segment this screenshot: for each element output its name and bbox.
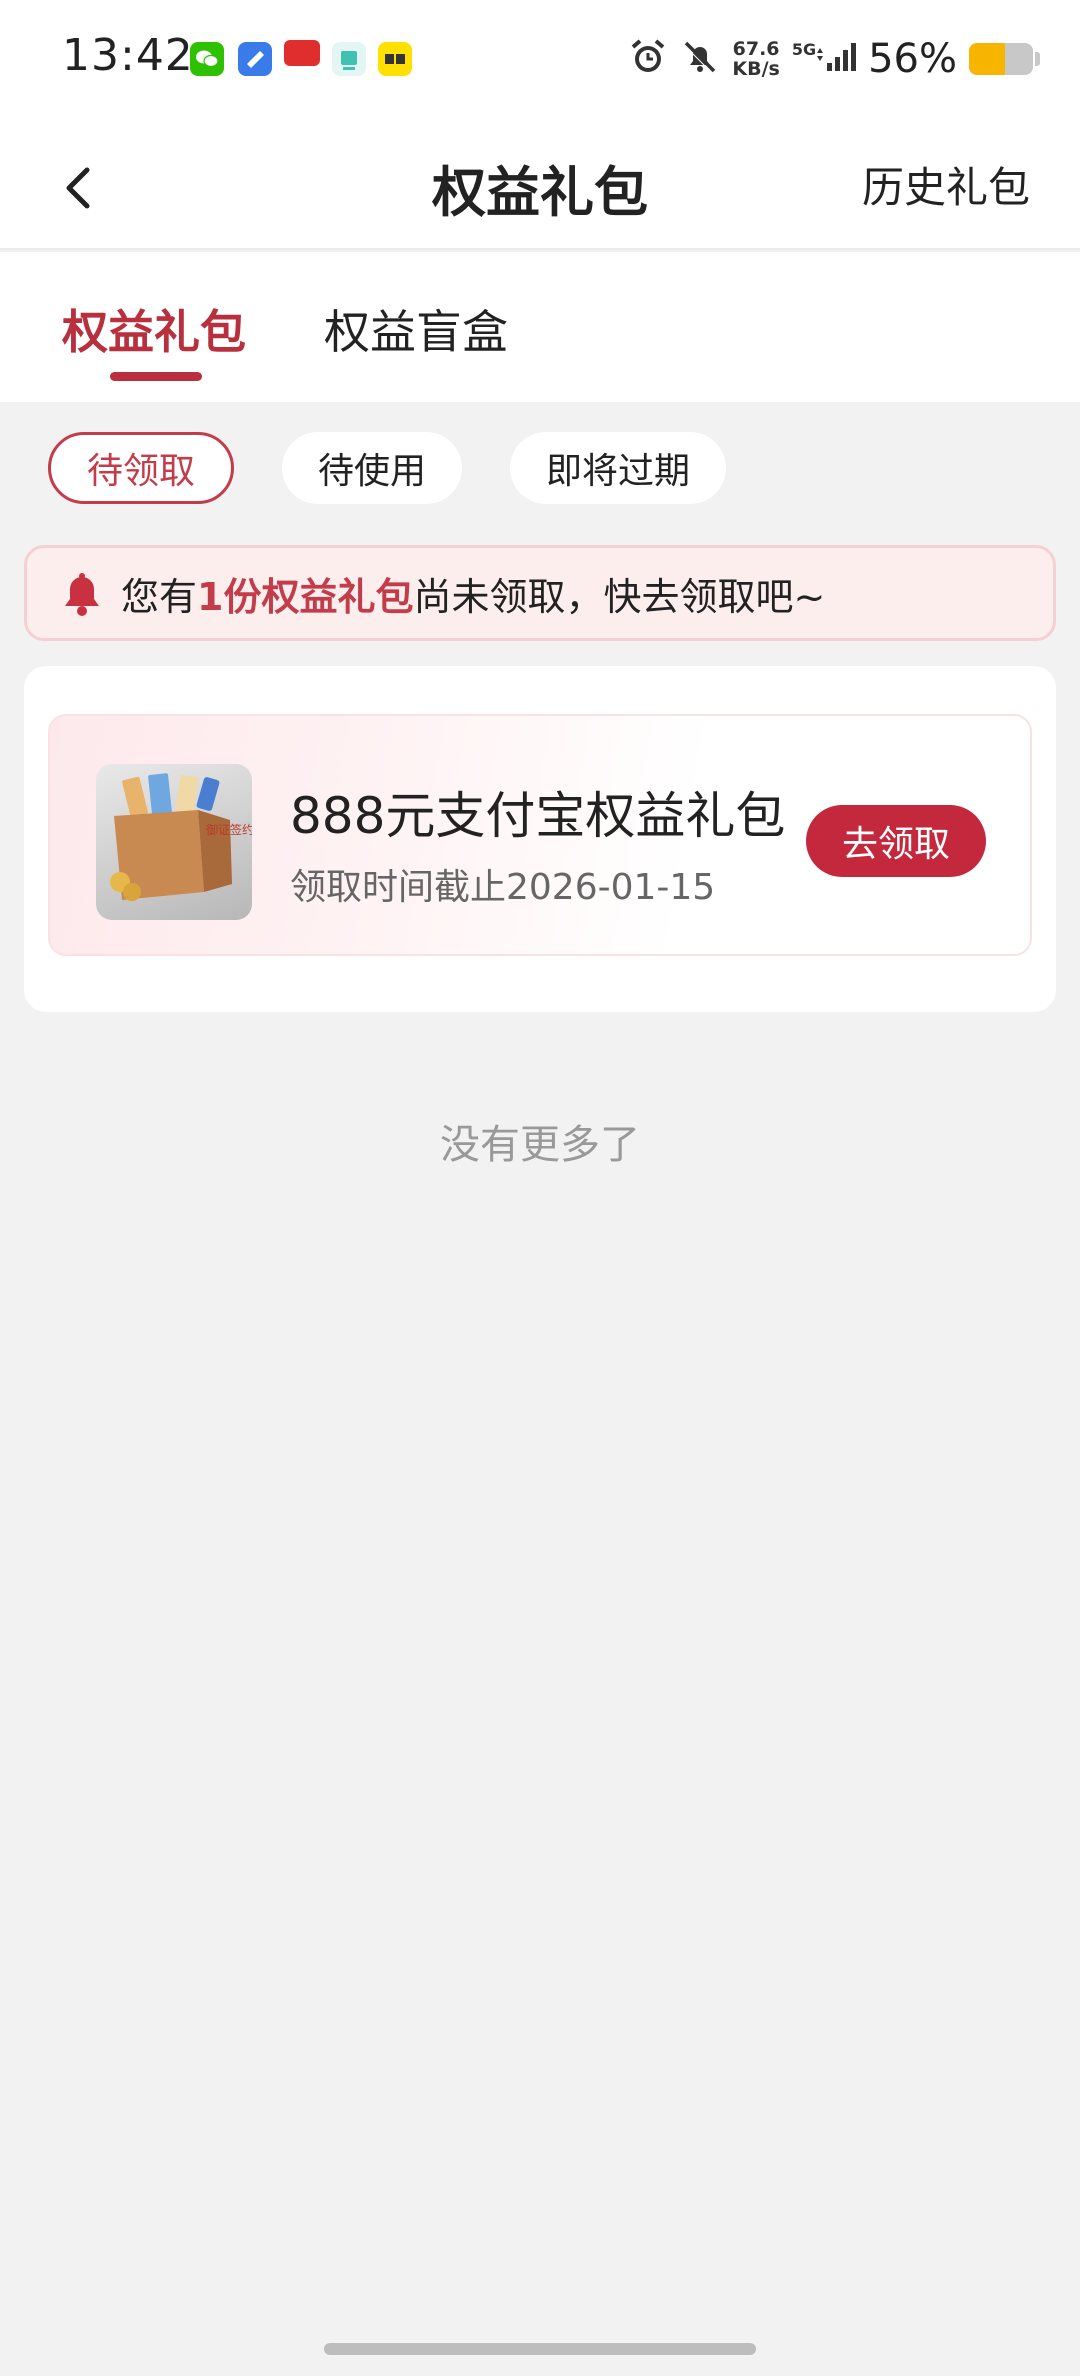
signal-icon	[814, 39, 857, 79]
status-right-group: 67.6 KB/s 5G 56%	[628, 34, 1040, 84]
tab-gift-packs[interactable]: 权益礼包	[62, 296, 246, 362]
gift-card: 御证签约 888元支付宝权益礼包 领取时间截止2026-01-15 去领取	[24, 666, 1056, 1012]
tab-blind-boxes[interactable]: 权益盲盒	[324, 296, 508, 362]
gift-deadline: 领取时间截止2026-01-15	[290, 867, 716, 908]
battery-percent: 56%	[868, 36, 957, 82]
filter-expiring-soon[interactable]: 即将过期	[510, 432, 726, 504]
red-app-icon	[284, 40, 320, 66]
alarm-icon	[628, 37, 668, 81]
gift-box-image: 御证签约	[96, 764, 252, 920]
history-gifts-link[interactable]: 历史礼包	[862, 154, 1030, 215]
gift-item[interactable]: 御证签约 888元支付宝权益礼包 领取时间截止2026-01-15 去领取	[48, 714, 1032, 956]
filter-chips: 待领取 待使用 即将过期	[0, 432, 1080, 504]
battery-fill	[969, 43, 1005, 75]
home-indicator[interactable]	[324, 2343, 756, 2355]
mute-bell-icon	[680, 37, 720, 81]
gift-name: 888元支付宝权益礼包	[290, 787, 786, 845]
status-bar: 13:42 67.6 KB/s 5G 56%	[0, 0, 1080, 118]
network-speed-value: 67.6	[732, 38, 780, 60]
active-tab-indicator	[110, 372, 202, 381]
notice-highlight: 1份权益礼包	[197, 574, 414, 619]
unclaimed-notice: 您有 1份权益礼包 尚未领取，快去领取吧~	[24, 545, 1056, 641]
blue-app-icon	[238, 42, 272, 76]
status-time: 13:42	[62, 30, 194, 81]
yellow-app-icon	[378, 42, 412, 76]
gift-image-text: 御证签约	[206, 822, 252, 837]
claim-button[interactable]: 去领取	[806, 805, 986, 877]
network-speed: 67.6 KB/s	[732, 39, 779, 79]
teal-app-icon	[332, 42, 366, 76]
network-type: 5G	[791, 39, 817, 59]
notice-suffix: 尚未领取，快去领取吧~	[413, 574, 826, 619]
notice-prefix: 您有	[121, 574, 198, 619]
bell-icon	[65, 573, 99, 616]
nav-header: 权益礼包 历史礼包	[0, 118, 1080, 250]
filter-pending-use[interactable]: 待使用	[282, 432, 462, 504]
battery-icon	[969, 43, 1033, 75]
tab-bar: 权益礼包 权益盲盒	[0, 252, 1080, 402]
no-more-text: 没有更多了	[440, 1122, 640, 1168]
network-speed-unit: KB/s	[732, 58, 780, 80]
wechat-icon	[190, 42, 224, 76]
battery-tip	[1035, 52, 1040, 66]
filter-pending-claim[interactable]: 待领取	[48, 432, 234, 504]
